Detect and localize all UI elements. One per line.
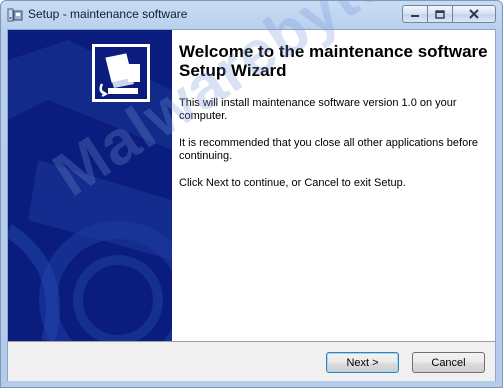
maximize-icon <box>435 9 445 19</box>
wizard-client-area: Welcome to the maintenance software Setu… <box>7 29 496 381</box>
close-icon <box>469 9 479 19</box>
wizard-sidebar-banner <box>8 30 172 341</box>
maximize-button[interactable] <box>427 5 453 23</box>
minimize-button[interactable] <box>402 5 428 23</box>
button-bar: Next > Cancel <box>8 341 495 381</box>
title-bar[interactable]: Setup - maintenance software <box>1 1 502 29</box>
next-button[interactable]: Next > <box>326 352 399 373</box>
install-info-text: This will install maintenance software v… <box>179 97 457 122</box>
instructions-text: Click Next to continue, or Cancel to exi… <box>179 177 406 189</box>
installer-logo <box>92 44 150 102</box>
close-button[interactable] <box>452 5 496 23</box>
setup-window: Setup - maintenance software Welcome to … <box>0 0 503 388</box>
window-title: Setup - maintenance software <box>28 7 188 21</box>
caption-buttons <box>402 5 496 23</box>
setup-installer-icon[interactable] <box>7 7 23 23</box>
wizard-content: Welcome to the maintenance software Setu… <box>172 30 495 341</box>
cancel-button[interactable]: Cancel <box>412 352 485 373</box>
minimize-icon <box>411 15 419 17</box>
close-apps-text: It is recommended that you close all oth… <box>179 137 478 162</box>
welcome-heading: Welcome to the maintenance software Setu… <box>179 42 488 80</box>
computer-install-icon <box>95 47 147 99</box>
